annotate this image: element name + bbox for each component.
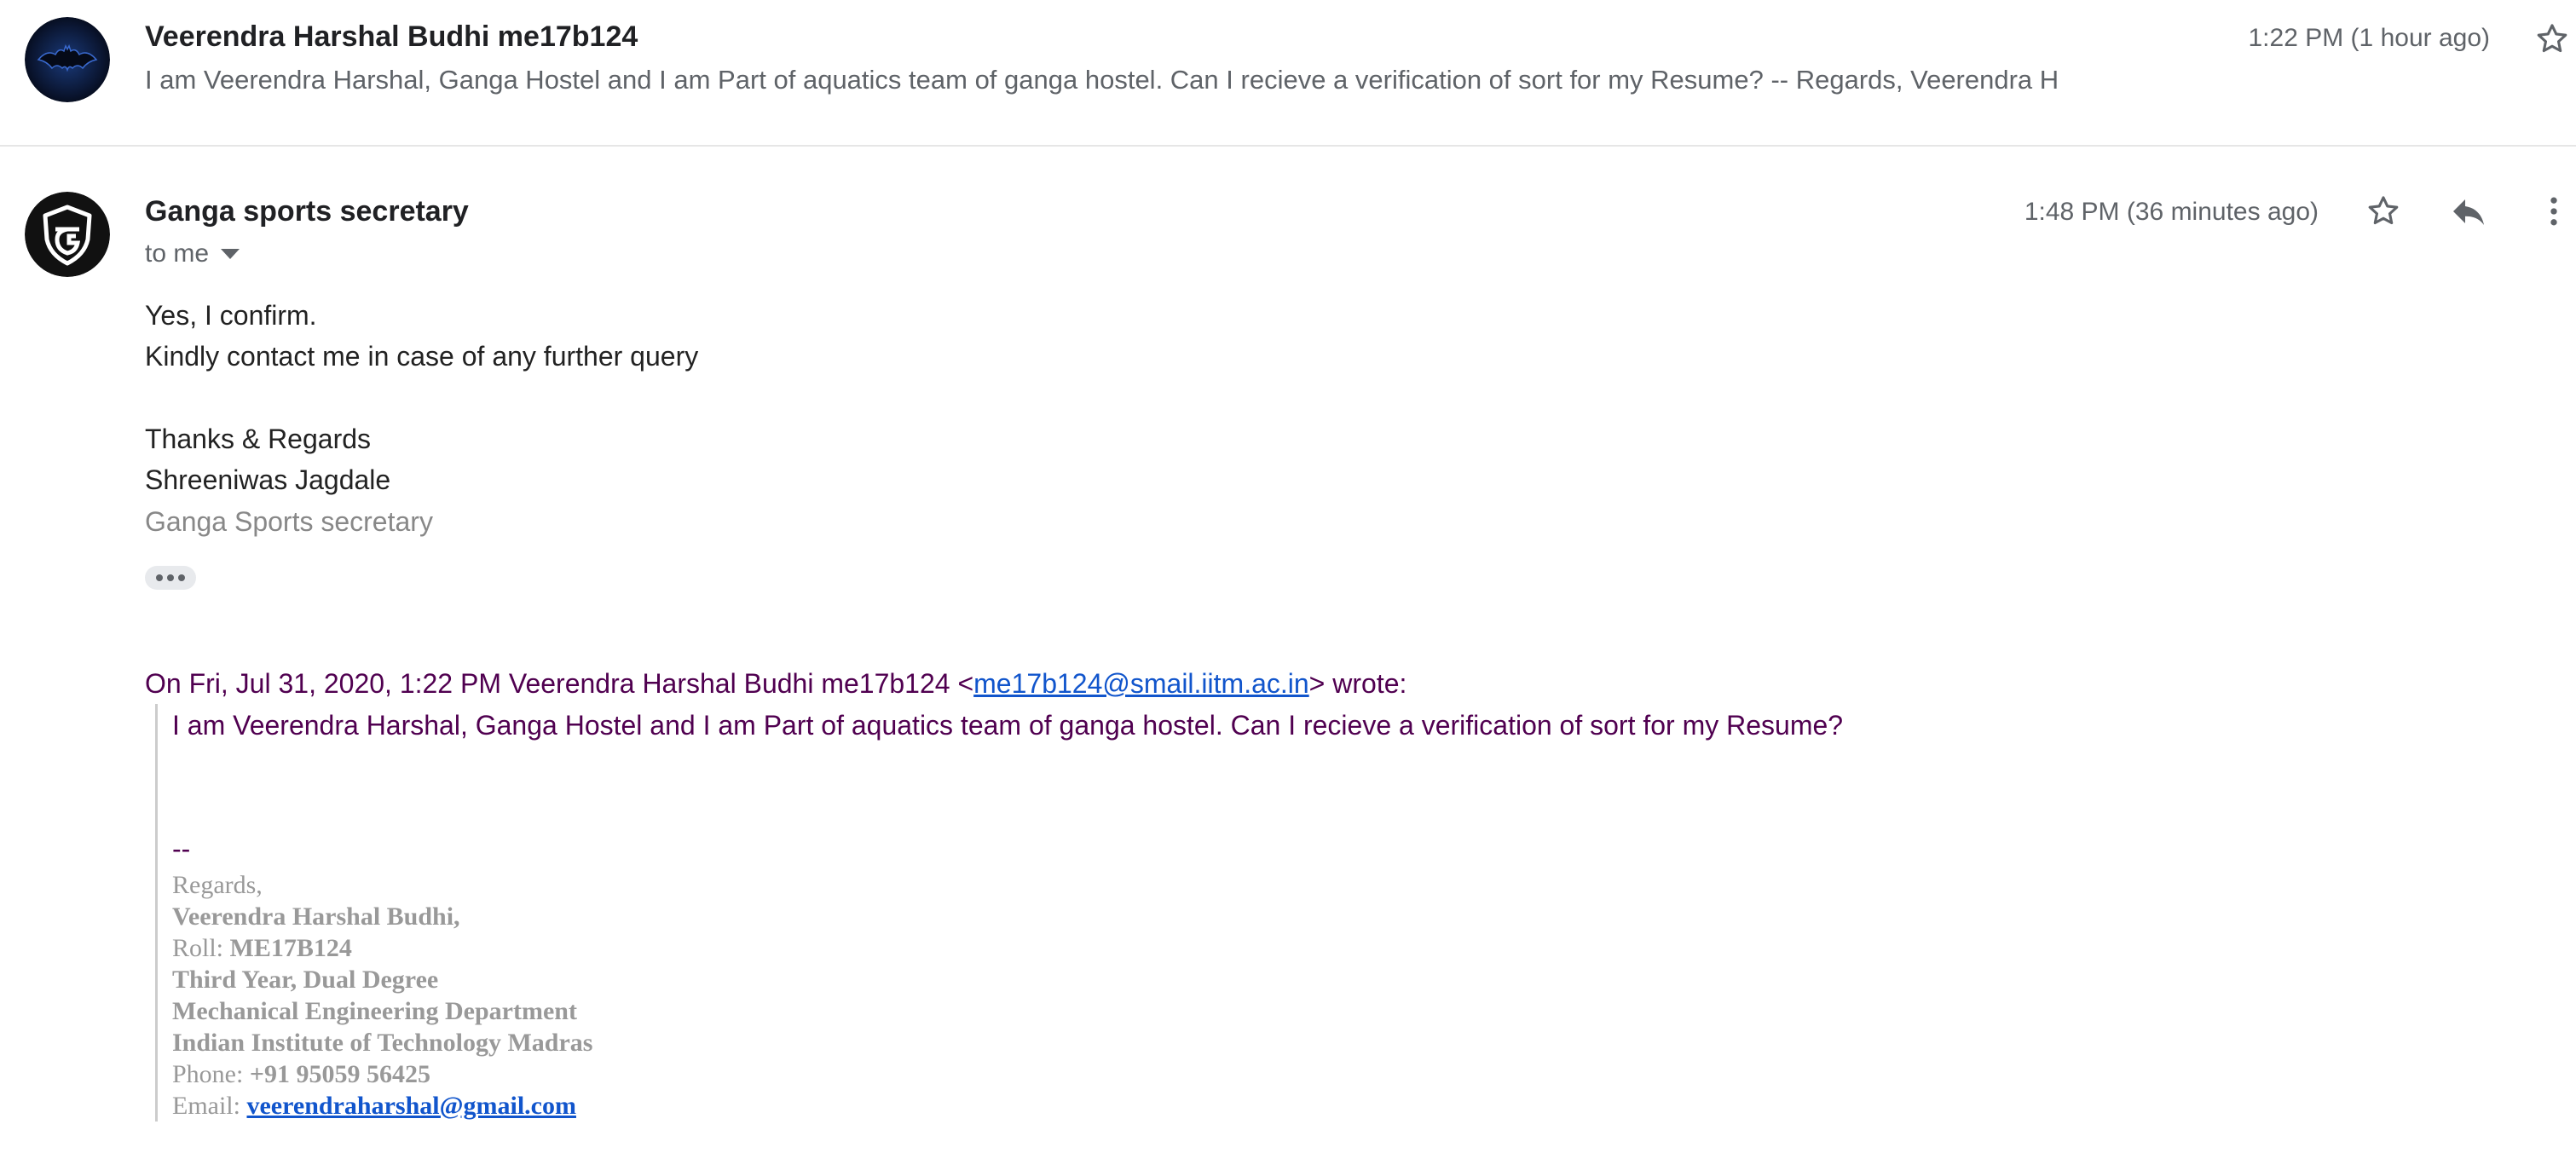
quote-attribution-suffix: > wrote:: [1308, 668, 1407, 699]
signature-phone: Phone: +91 95059 56425: [172, 1060, 430, 1088]
reply-icon: [2453, 199, 2484, 225]
show-trimmed-content-button[interactable]: [145, 566, 196, 590]
recipient-details-toggle[interactable]: to me: [145, 239, 240, 268]
sender-name[interactable]: Veerendra Harshal Budhi me17b124: [145, 20, 638, 54]
batman-logo-icon: [25, 17, 110, 102]
caret-down-icon: [221, 249, 240, 259]
signature-roll: Roll: ME17B124: [172, 934, 352, 962]
signature-block: Regards, Veerendra Harshal Budhi, Roll: …: [172, 869, 592, 1122]
signature-email: Email: veerendraharshal@gmail.com: [172, 1092, 576, 1120]
reply-button[interactable]: [2445, 187, 2492, 235]
message-time: 1:22 PM (1 hour ago): [2248, 24, 2491, 52]
sender-avatar[interactable]: [25, 192, 110, 277]
signature-name: Veerendra Harshal Budhi,: [172, 902, 460, 931]
more-vert-icon: [2550, 197, 2557, 226]
signature-department: Mechanical Engineering Department: [172, 997, 577, 1025]
recipient-label: to me: [145, 239, 210, 268]
quoted-signature-separator: --: [172, 833, 191, 864]
body-line: Thanks & Regards: [145, 424, 372, 454]
sender-avatar[interactable]: [25, 17, 110, 102]
signature-year: Third Year, Dual Degree: [172, 966, 439, 994]
body-line: Yes, I confirm.: [145, 300, 317, 331]
star-button[interactable]: [2528, 15, 2576, 63]
quote-border: [155, 704, 158, 1122]
message-snippet[interactable]: I am Veerendra Harshal, Ganga Hostel and…: [145, 65, 2059, 95]
signature-regards: Regards,: [172, 871, 263, 899]
quote-attribution: On Fri, Jul 31, 2020, 1:22 PM Veerendra …: [145, 668, 1406, 700]
quoted-text: I am Veerendra Harshal, Ganga Hostel and…: [172, 710, 1844, 741]
sender-name[interactable]: Ganga sports secretary: [145, 195, 469, 228]
quote-attribution-prefix: On Fri, Jul 31, 2020, 1:22 PM Veerendra …: [145, 668, 974, 699]
signature-email-link[interactable]: veerendraharshal@gmail.com: [246, 1092, 575, 1120]
ganga-shield-logo-icon: [25, 192, 110, 277]
more-options-button[interactable]: [2530, 187, 2576, 235]
ellipsis-dot: [156, 574, 163, 581]
star-outline-icon: [2368, 196, 2399, 225]
ellipsis-dot: [178, 574, 185, 581]
body-line: Ganga Sports secretary: [145, 506, 433, 537]
message-time: 1:48 PM (36 minutes ago): [2024, 198, 2319, 226]
star-outline-icon: [2537, 24, 2567, 53]
quote-sender-email-link[interactable]: me17b124@smail.iitm.ac.in: [973, 668, 1309, 699]
message-divider: [0, 145, 2576, 147]
star-button[interactable]: [2359, 187, 2407, 235]
body-line: Shreeniwas Jagdale: [145, 464, 391, 495]
body-line: Kindly contact me in case of any further…: [145, 341, 699, 372]
ellipsis-dot: [167, 574, 174, 581]
signature-institute: Indian Institute of Technology Madras: [172, 1029, 593, 1057]
